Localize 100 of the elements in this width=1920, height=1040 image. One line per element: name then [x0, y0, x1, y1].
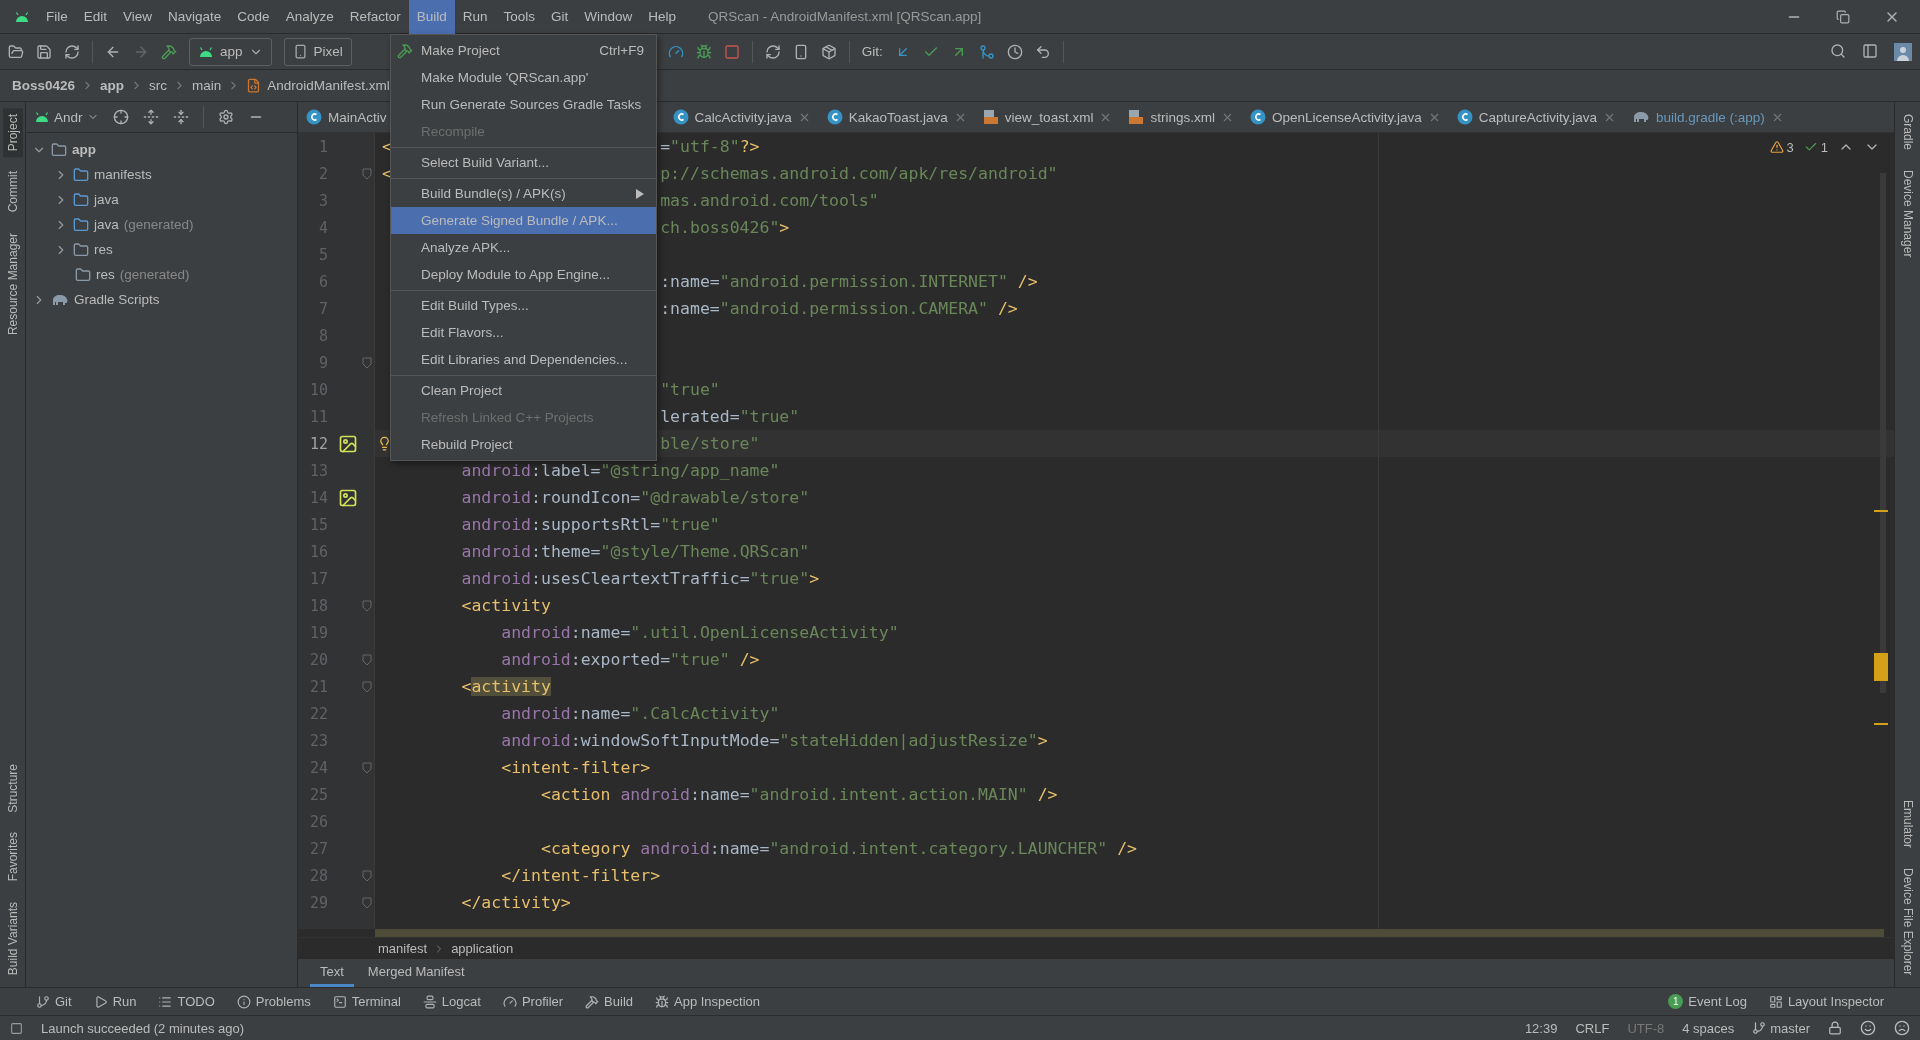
menu-item[interactable]: Build Bundle(s) / APK(s)	[391, 180, 656, 207]
tool-window-tab[interactable]: Favorites	[2, 826, 23, 888]
menu-item[interactable]: Clean Project	[391, 377, 656, 404]
tree-item[interactable]: java (generated)	[26, 212, 297, 237]
run-config-dropdown[interactable]: app	[189, 37, 272, 66]
path-item[interactable]: manifest	[378, 941, 428, 956]
view-selector[interactable]: Andr	[34, 109, 99, 125]
code-line: "true"	[660, 380, 720, 399]
editor-tab[interactable]: CalcActivity.java	[664, 102, 819, 132]
tool-window-tab[interactable]: Emulator	[1897, 793, 1918, 854]
code-line: android:usesCleartextTraffic="true">	[460, 569, 820, 588]
menu-item[interactable]: Rebuild Project	[391, 431, 656, 458]
menu-item[interactable]: Select Build Variant...	[391, 149, 656, 176]
window-title: QRScan - AndroidManifest.xml [QRScan.app]	[708, 9, 982, 24]
editor-tab[interactable]: CaptureActivity.java	[1448, 102, 1625, 132]
menu-item[interactable]: File	[38, 0, 76, 34]
tool-window-button[interactable]: 1 Event Log	[1668, 994, 1747, 1009]
menu-item[interactable]: Edit Libraries and Dependencies...	[391, 346, 656, 373]
breadcrumb-item[interactable]: app	[100, 78, 125, 93]
editor-mode-tab[interactable]: Text	[310, 959, 354, 987]
warning-count[interactable]: 3	[1769, 139, 1794, 155]
tool-window-tab[interactable]: Build Variants	[2, 895, 23, 981]
tool-window-button[interactable]: Problems	[236, 994, 311, 1009]
menu-item[interactable]: Edit Flavors...	[391, 319, 656, 346]
passed-count[interactable]: 1	[1803, 139, 1828, 155]
editor-tab[interactable]: KakaoToast.java	[818, 102, 975, 132]
tree-item[interactable]: res	[26, 237, 297, 262]
editor-tab[interactable]: view_toast.xml	[974, 102, 1121, 132]
code-line: ="utf-8"?>	[660, 137, 760, 156]
breadcrumb-item[interactable]: main	[192, 78, 222, 93]
status-item[interactable]: 12:39	[1524, 1020, 1558, 1036]
breadcrumb-item[interactable]: src	[149, 78, 168, 93]
tool-window-button[interactable]: Run	[93, 994, 137, 1009]
menu-item[interactable]: Refactor	[341, 0, 409, 34]
breadcrumb-item[interactable]: AndroidManifest.xml	[267, 78, 390, 93]
status-item[interactable]: 4 spaces	[1682, 1020, 1735, 1036]
menu-item[interactable]: Deploy Module to App Engine...	[391, 261, 656, 288]
code-line: :name="android.permission.INTERNET" />	[660, 272, 1038, 291]
tree-label: app	[72, 142, 96, 157]
menu-item[interactable]: Edit Build Types...	[391, 292, 656, 319]
tool-window-button[interactable]: Git	[36, 994, 72, 1009]
device-dropdown[interactable]: Pixel	[283, 37, 352, 66]
code-line: </activity>	[460, 893, 571, 912]
menu-item[interactable]: View	[115, 0, 161, 34]
menu-item[interactable]: Edit	[75, 0, 116, 34]
code-line: android:name=".CalcActivity"	[500, 704, 780, 723]
code-line: android:supportsRtl="true"	[460, 515, 720, 534]
tool-window-tab[interactable]: Gradle	[1897, 108, 1918, 157]
tool-window-button[interactable]: TODO	[158, 994, 215, 1009]
editor-tab[interactable]: OpenLicenseActivity.java	[1241, 102, 1449, 132]
code-line: ch.boss0426">	[660, 218, 790, 237]
tree-label: manifests	[94, 167, 152, 182]
path-item[interactable]: application	[451, 941, 514, 956]
tool-window-button[interactable]: Logcat	[422, 994, 481, 1009]
menu-item[interactable]: Make Project Ctrl+F9	[391, 37, 656, 64]
code-line: android:roundIcon="@drawable/store"	[460, 488, 810, 507]
editor-tab[interactable]: build.gradle (:app)	[1624, 102, 1792, 132]
code-line: <category android:name="android.intent.category.LAUNCHER" />	[539, 839, 1137, 858]
breadcrumb-item[interactable]: Boss0426	[12, 78, 76, 93]
tree-label: Gradle Scripts	[74, 292, 160, 307]
tree-item[interactable]: java	[26, 187, 297, 212]
tool-window-button[interactable]: App Inspection	[655, 994, 761, 1009]
status-item[interactable]: master	[1752, 1020, 1810, 1036]
code-line: </intent-filter>	[500, 866, 661, 885]
menu-item[interactable]: Code	[229, 0, 278, 34]
menu-item[interactable]: Window	[576, 0, 641, 34]
menu-item[interactable]: Git	[543, 0, 577, 34]
tree-item[interactable]: res (generated)	[26, 262, 297, 287]
tool-window-tab[interactable]: Structure	[2, 757, 23, 819]
code-line: ble/store"	[660, 434, 760, 453]
editor-tab[interactable]: strings.xml	[1120, 102, 1242, 132]
code-line: android:exported="true" />	[500, 650, 760, 669]
code-line: android:theme="@style/Theme.QRScan"	[460, 542, 810, 561]
tool-window-button[interactable]: Profiler	[502, 994, 564, 1009]
tool-window-tab[interactable]: Device File Explorer	[1897, 861, 1918, 981]
tree-label: java	[94, 192, 119, 207]
menu-item[interactable]: Navigate	[160, 0, 230, 34]
tree-item[interactable]: Gradle Scripts	[26, 287, 297, 312]
tree-item[interactable]: app	[26, 137, 297, 162]
code-line: <intent-filter>	[500, 758, 651, 777]
tool-window-button[interactable]: Layout Inspector	[1768, 994, 1884, 1009]
status-item[interactable]: CRLF	[1575, 1020, 1610, 1036]
menu-item[interactable]: Make Module 'QRScan.app'	[391, 64, 656, 91]
tool-window-tab[interactable]: Resource Manager	[2, 226, 23, 341]
menu-item[interactable]: Help	[640, 0, 685, 34]
tool-window-button[interactable]: Build	[585, 994, 633, 1009]
line-number: 12	[308, 434, 328, 453]
tool-window-tab[interactable]: Project	[2, 108, 23, 158]
menu-item[interactable]: Analyze APK...	[391, 234, 656, 261]
tool-window-tab[interactable]: Device Manager	[1897, 164, 1918, 264]
tool-window-tab[interactable]: Commit	[2, 165, 23, 219]
tool-window-button[interactable]: Terminal	[332, 994, 401, 1009]
editor-mode-tab[interactable]: Merged Manifest	[357, 959, 475, 987]
status-message: Launch succeeded (2 minutes ago)	[41, 1020, 245, 1036]
code-line: <activity	[460, 677, 551, 696]
tree-item[interactable]: manifests	[26, 162, 297, 187]
menu-item[interactable]: Analyze	[277, 0, 342, 34]
menu-item[interactable]: Run	[454, 0, 496, 34]
menu-item[interactable]: Tools	[495, 0, 543, 34]
code-line: android:windowSoftInputMode="stateHidden|adjustResize">	[500, 731, 1048, 750]
